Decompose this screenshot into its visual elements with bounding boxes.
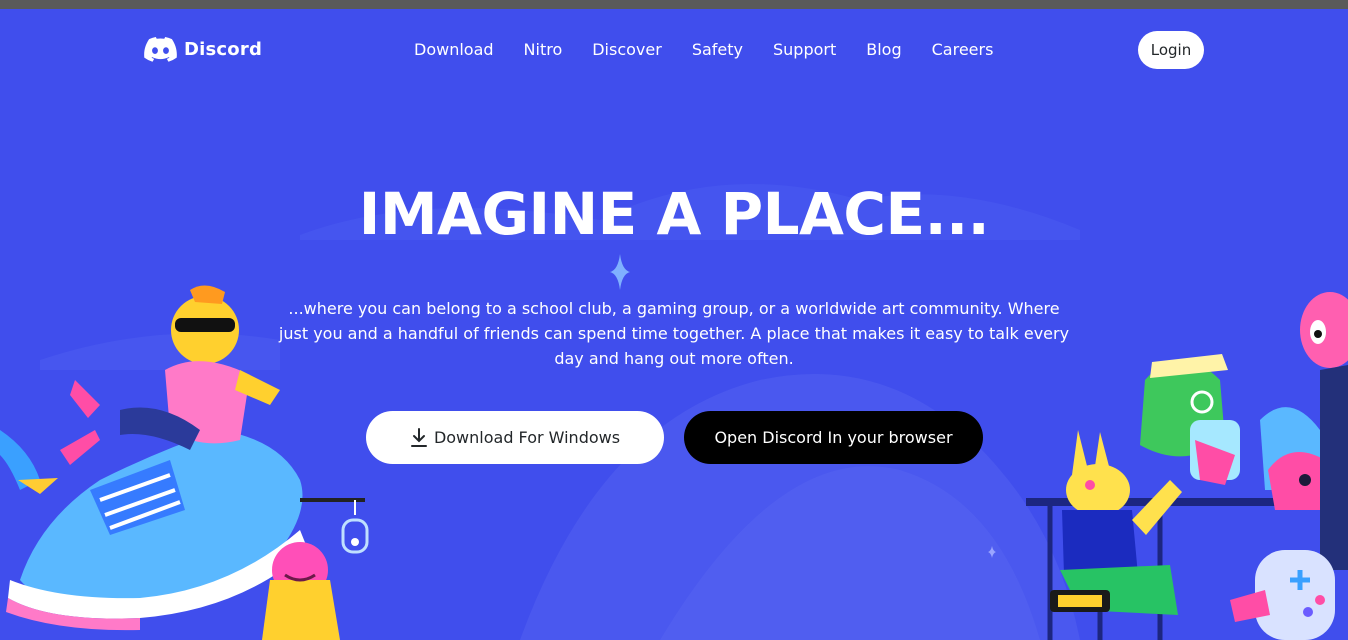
download-icon [410,427,427,447]
nav-link-support[interactable]: Support [773,40,836,59]
download-button-label: Download For Windows [433,428,621,447]
nav-link-safety[interactable]: Safety [692,40,743,59]
download-windows-button[interactable]: Download For Windows [366,411,664,464]
hero-title: IMAGINE A PLACE... [358,180,990,248]
discord-logo[interactable]: Discord [144,37,262,62]
login-button[interactable]: Login [1138,31,1204,69]
discord-controller-icon [144,37,177,62]
open-browser-button[interactable]: Open Discord In your browser [684,411,983,464]
nav-link-download[interactable]: Download [414,40,494,59]
brand-name: Discord [184,39,263,60]
right-illustration-characters [1026,292,1348,640]
left-illustration-sneaker-characters [0,285,369,640]
nav-link-discover[interactable]: Discover [592,40,662,59]
nav-link-blog[interactable]: Blog [866,40,901,59]
nav-link-careers[interactable]: Careers [932,40,994,59]
nav-links: Download Nitro Discover Safety Support B… [414,40,993,59]
small-sparkle-icon [988,546,996,558]
top-navigation: Discord Download Nitro Discover Safety S… [0,9,1348,89]
open-browser-label: Open Discord In your browser [714,428,953,447]
nav-link-nitro[interactable]: Nitro [524,40,563,59]
sparkle-icon [610,254,630,290]
hero-subtitle: ...where you can belong to a school club… [278,299,1070,368]
